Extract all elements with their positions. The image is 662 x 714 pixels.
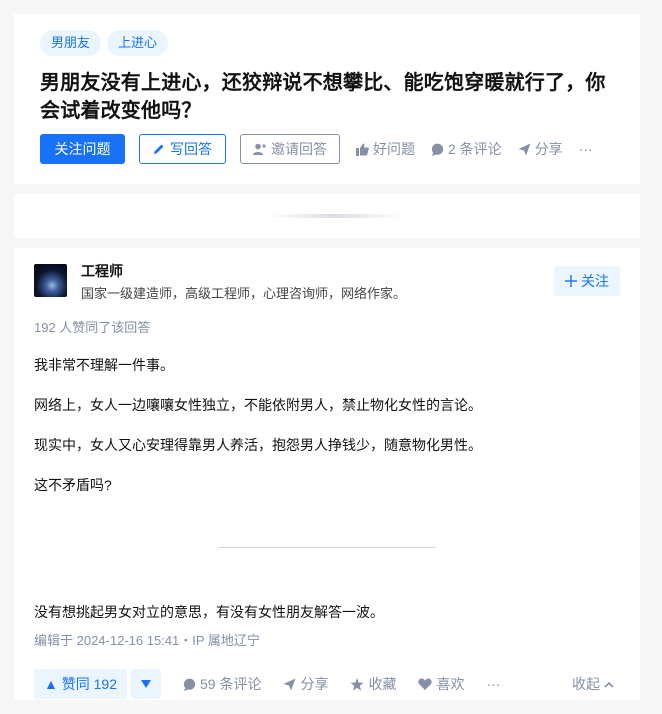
share-icon <box>283 678 296 690</box>
pencil-icon <box>154 144 164 154</box>
write-answer-button[interactable]: 写回答 <box>139 134 226 164</box>
person-add-icon <box>253 143 266 155</box>
good-question-button[interactable]: 好问题 <box>356 139 415 159</box>
answer-card: 工程师 国家一级建造师，高级工程师，心理咨询师，网络作家。 关注 192 人赞同… <box>14 248 640 700</box>
topic-tag[interactable]: 男朋友 <box>40 30 102 56</box>
plus-icon <box>565 275 577 287</box>
collapse-label: 收起 <box>572 676 600 692</box>
collapse-button[interactable]: 收起 <box>572 674 614 694</box>
good-question-label: 好问题 <box>373 141 415 157</box>
question-share-button[interactable]: 分享 <box>518 139 563 159</box>
divider <box>218 547 436 548</box>
topic-tags: 男朋友 上进心 <box>40 30 620 56</box>
write-answer-label: 写回答 <box>170 141 212 157</box>
chevron-up-icon <box>604 681 614 688</box>
author-name[interactable]: 工程师 <box>81 262 406 280</box>
question-card: 男朋友 上进心 男朋友没有上进心，还狡辩说不想攀比、能吃饱穿暖就行了，你会试着改… <box>14 14 640 184</box>
question-more-button[interactable]: ··· <box>579 141 593 157</box>
author-bio: 国家一级建造师，高级工程师，心理咨询师，网络作家。 <box>81 286 407 301</box>
answer-paragraph: 我非常不理解一件事。 <box>34 357 174 373</box>
invite-answer-button[interactable]: 邀请回答 <box>240 134 340 164</box>
follow-author-button[interactable]: 关注 <box>554 266 620 296</box>
answer-share-label: 分享 <box>300 676 329 692</box>
vote-count-text: 192 人赞同了该回答 <box>34 320 151 335</box>
question-comments-label: 2 条评论 <box>448 141 502 157</box>
follow-author-label: 关注 <box>581 273 609 289</box>
collect-button[interactable]: 收藏 <box>350 674 396 694</box>
author-info: 工程师 国家一级建造师，高级工程师，心理咨询师，网络作家。 <box>81 262 406 302</box>
avatar[interactable] <box>34 264 67 297</box>
comment-icon <box>431 143 444 156</box>
upvote-button[interactable]: ▲ 赞同 192 <box>34 669 127 699</box>
comment-icon <box>183 678 196 691</box>
author-row: 工程师 国家一级建造师，高级工程师，心理咨询师，网络作家。 <box>34 262 620 302</box>
invite-answer-label: 邀请回答 <box>271 141 327 157</box>
answer-closing: 没有想挑起男女对立的意思，有没有女性朋友解答一波。 <box>34 604 384 620</box>
question-share-label: 分享 <box>534 141 563 157</box>
thumbs-up-icon <box>356 143 369 156</box>
topic-tag[interactable]: 上进心 <box>107 30 169 56</box>
answer-comments-label: 59 条评论 <box>200 676 262 692</box>
triangle-down-icon <box>141 680 151 688</box>
like-button[interactable]: 喜欢 <box>418 674 464 694</box>
star-icon <box>350 677 365 691</box>
edit-time: 编辑于 2024-12-16 15:41・IP 属地辽宁 <box>34 633 260 648</box>
like-label: 喜欢 <box>436 676 465 692</box>
answer-more-button[interactable]: ··· <box>486 676 500 692</box>
collect-label: 收藏 <box>368 676 397 692</box>
blurred-text <box>270 214 400 218</box>
answer-comments-button[interactable]: 59 条评论 <box>183 674 261 694</box>
downvote-button[interactable] <box>131 669 161 699</box>
share-icon <box>518 143 531 155</box>
question-title[interactable]: 男朋友没有上进心，还狡辩说不想攀比、能吃饱穿暖就行了，你会试着改变他吗？ <box>40 69 620 125</box>
answer-paragraph: 这不矛盾吗? <box>34 477 112 493</box>
answer-actions: ▲ 赞同 192 59 条评论 分享 收藏 喜欢 ··· 收起 <box>34 669 620 699</box>
follow-question-button[interactable]: 关注问题 <box>40 134 125 164</box>
question-actions: 关注问题 写回答 邀请回答 好问题 2 条评论 分享 ··· <box>40 134 620 164</box>
answer-paragraph: 网络上，女人一边嚷嚷女性独立，不能依附男人，禁止物化女性的言论。 <box>34 397 482 413</box>
answer-paragraph: 现实中，女人又心安理得靠男人养活，抱怨男人挣钱少，随意物化男性。 <box>34 437 482 453</box>
answer-share-button[interactable]: 分享 <box>283 674 328 694</box>
heart-icon <box>418 678 433 690</box>
blurred-banner <box>14 194 640 238</box>
question-comments-button[interactable]: 2 条评论 <box>431 139 502 159</box>
